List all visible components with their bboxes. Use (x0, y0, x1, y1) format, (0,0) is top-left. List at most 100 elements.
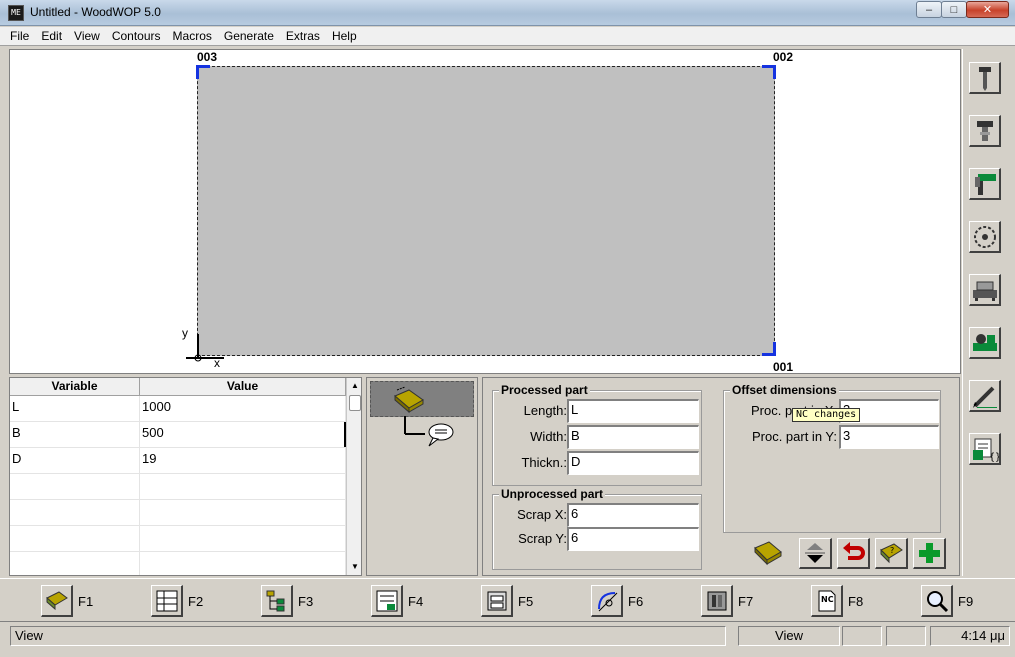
move-up-down-button[interactable] (799, 538, 832, 569)
workpiece-icon (394, 386, 424, 414)
help-book-button[interactable]: ? (875, 538, 908, 569)
corner-label-001: 001 (773, 360, 794, 374)
f3-button[interactable]: F3 (261, 584, 313, 618)
variable-value-cell[interactable] (140, 526, 346, 551)
variables-scrollbar[interactable]: ▲ ▼ (346, 378, 361, 575)
scrap-x-field[interactable]: 6 (567, 503, 699, 527)
corner-label-003: 003 (197, 50, 218, 64)
status-empty-1 (842, 626, 882, 646)
column-header-value[interactable]: Value (140, 378, 346, 395)
f5-button[interactable]: F5 (481, 584, 533, 618)
machine-table-button[interactable] (969, 274, 1001, 306)
width-label: Width: (530, 429, 567, 444)
menu-help[interactable]: Help (326, 27, 363, 46)
f2-button[interactable]: F2 (151, 584, 203, 618)
minimize-button[interactable]: – (916, 1, 942, 18)
nc-file-icon: NC (811, 585, 843, 617)
scrollbar-thumb[interactable] (349, 395, 361, 411)
variable-value-cell[interactable] (140, 500, 346, 525)
close-button[interactable]: ✕ (966, 1, 1009, 18)
menu-view[interactable]: View (68, 27, 106, 46)
table-row[interactable] (10, 552, 346, 575)
variable-name-cell[interactable]: L (10, 396, 140, 421)
svg-text:{}: {} (989, 452, 999, 462)
add-button[interactable] (913, 538, 946, 569)
table-row[interactable] (10, 526, 346, 552)
corner-label-002: 002 (773, 50, 794, 64)
comment-icon (428, 423, 454, 447)
variable-value-cell[interactable] (140, 474, 346, 499)
menu-macros[interactable]: Macros (167, 27, 218, 46)
scroll-up-arrow-icon[interactable]: ▲ (347, 378, 361, 394)
maximize-button[interactable]: □ (941, 1, 967, 18)
drill-horizontal-button[interactable] (969, 115, 1001, 147)
variable-name-cell[interactable] (10, 526, 140, 551)
undo-button[interactable] (837, 538, 870, 569)
scroll-down-arrow-icon[interactable]: ▼ (347, 559, 361, 575)
workpiece-rectangle[interactable] (197, 66, 775, 356)
table-row[interactable] (10, 500, 346, 526)
table-row[interactable]: L 1000 (10, 396, 346, 422)
offset-dimensions-title: Offset dimensions (730, 383, 839, 397)
f6-button[interactable]: F6 (591, 584, 643, 618)
menu-contours[interactable]: Contours (106, 27, 167, 46)
table-row[interactable]: D 19 (10, 448, 346, 474)
width-field[interactable]: B (567, 425, 699, 449)
f1-button[interactable]: F1 (41, 584, 93, 618)
edge-banding-button[interactable] (969, 327, 1001, 359)
variable-name-cell[interactable]: D (10, 448, 140, 473)
menu-edit[interactable]: Edit (35, 27, 68, 46)
routing-button[interactable] (969, 168, 1001, 200)
f3-label: F3 (298, 593, 314, 609)
variable-value-cell[interactable]: 19 (140, 448, 346, 473)
app-icon: ME (8, 5, 24, 21)
variable-value-cell[interactable]: 500 (140, 422, 346, 447)
length-field[interactable]: L (567, 399, 699, 423)
machine-icon (701, 585, 733, 617)
status-clock: 4:14 μμ (930, 626, 1010, 646)
help-book-icon (41, 585, 73, 617)
f2-label: F2 (188, 593, 204, 609)
variable-name-cell[interactable] (10, 552, 140, 575)
zoom-icon (921, 585, 953, 617)
f8-button[interactable]: NC F8 (811, 584, 863, 618)
column-header-variable[interactable]: Variable (10, 378, 140, 395)
status-empty-2 (886, 626, 926, 646)
tree-node-workpiece[interactable] (370, 381, 474, 417)
graphics-canvas[interactable]: 003 002 001 y x (9, 49, 961, 374)
table-row[interactable] (10, 474, 346, 500)
variable-name-cell[interactable]: B (10, 422, 140, 447)
menu-extras[interactable]: Extras (280, 27, 326, 46)
variable-value-cell[interactable] (140, 552, 346, 575)
list-icon (371, 585, 403, 617)
pen-draw-button[interactable] (969, 380, 1001, 412)
variable-name-cell[interactable] (10, 500, 140, 525)
scrap-x-label: Scrap X: (517, 507, 567, 522)
corner-marker-top-right (762, 65, 776, 79)
f7-button[interactable]: F7 (701, 584, 753, 618)
table-row[interactable]: B 500 (10, 422, 346, 448)
f4-button[interactable]: F4 (371, 584, 423, 618)
variable-name-cell[interactable] (10, 474, 140, 499)
drill-vertical-icon (978, 66, 991, 91)
nc-program-button[interactable]: {} (969, 433, 1001, 465)
scrap-y-field[interactable]: 6 (567, 527, 699, 551)
workpiece-properties-panel: Processed part Length: L Width: B Thickn… (482, 377, 960, 576)
offset-y-field[interactable]: 3 (839, 425, 939, 449)
svg-text:?: ? (890, 546, 894, 555)
menu-generate[interactable]: Generate (218, 27, 280, 46)
saw-blade-button[interactable] (969, 221, 1001, 253)
thickness-field[interactable]: D (567, 451, 699, 475)
f1-label: F1 (78, 593, 94, 609)
tree-node-comment[interactable] (425, 422, 455, 448)
menu-file[interactable]: File (0, 27, 35, 46)
variable-value-cell[interactable]: 1000 (140, 396, 346, 421)
workpiece-icon (754, 541, 782, 566)
scrap-y-label: Scrap Y: (518, 531, 567, 546)
drill-vertical-button[interactable] (969, 62, 1001, 94)
drill-horizontal-icon (976, 120, 993, 141)
f4-label: F4 (408, 593, 424, 609)
variables-table: Variable Value L 1000 B 500 D 19 ▲ ▼ (9, 377, 362, 576)
unprocessed-part-title: Unprocessed part (499, 487, 606, 501)
f9-button[interactable]: F9 (921, 584, 973, 618)
